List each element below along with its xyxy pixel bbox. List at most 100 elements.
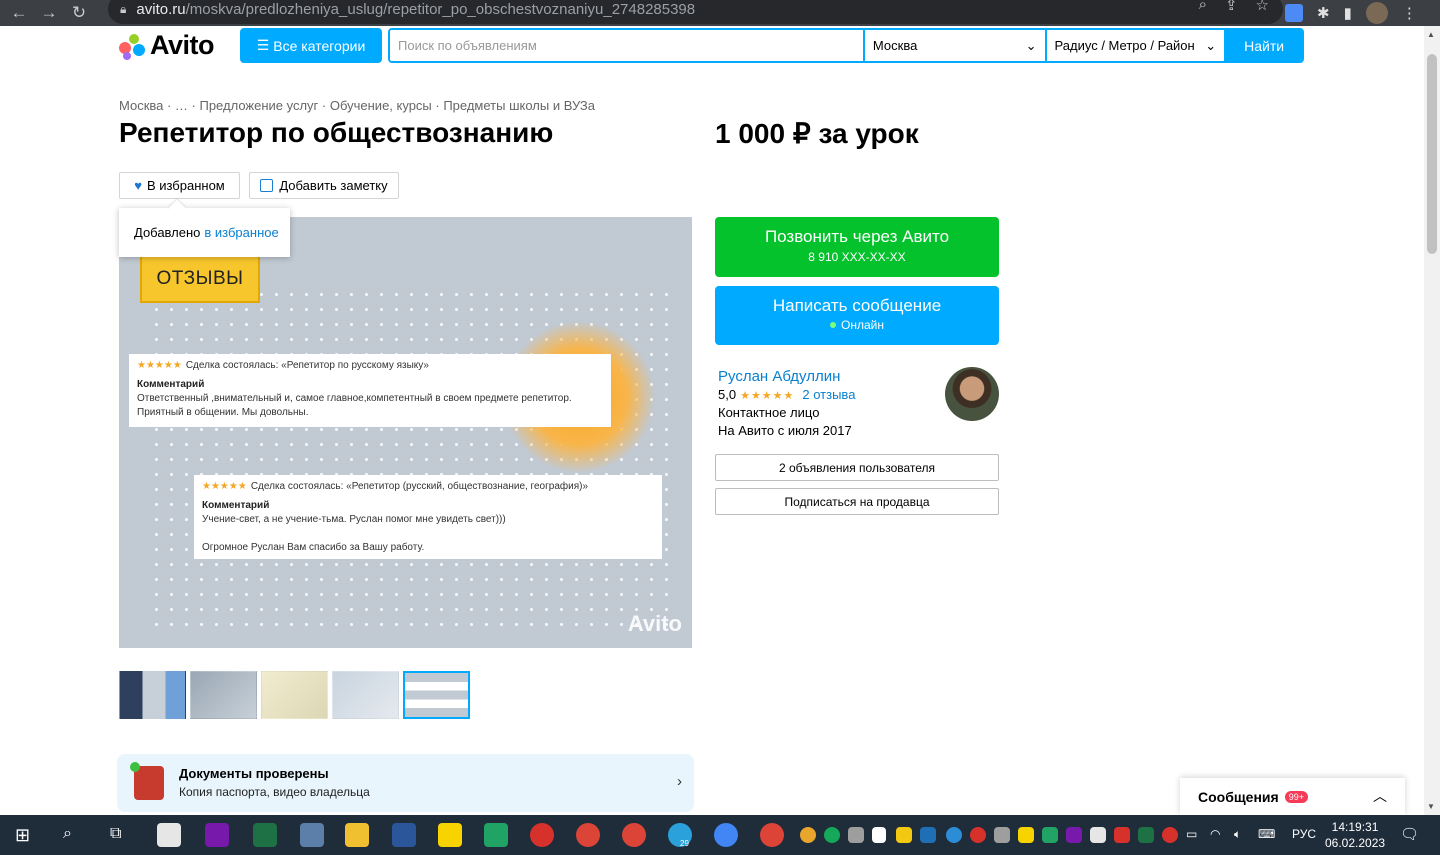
- review-deal: Сделка состоялась: «Репетитор (русский, …: [250, 481, 589, 492]
- seller-avatar[interactable]: [945, 367, 999, 421]
- side-panel-icon[interactable]: ▮: [1344, 4, 1352, 22]
- clock[interactable]: 14:19:31 06.02.2023: [1325, 819, 1385, 851]
- thumbnail[interactable]: [332, 671, 399, 719]
- sticky-notes-icon[interactable]: [438, 823, 462, 847]
- volume-icon[interactable]: 🔈︎: [1234, 827, 1241, 842]
- thumbnail[interactable]: [119, 671, 186, 719]
- sheets-app-icon[interactable]: [253, 823, 277, 847]
- share-icon[interactable]: ⇪: [1225, 0, 1238, 14]
- windows-start-icon[interactable]: ⊞: [15, 825, 30, 846]
- logo-text: Avito: [150, 30, 215, 60]
- search-icon[interactable]: ⌕: [63, 825, 72, 843]
- scroll-up-icon[interactable]: ▲: [1427, 30, 1435, 39]
- extensions-icon[interactable]: ✱: [1317, 4, 1330, 22]
- profile-avatar[interactable]: [1365, 2, 1388, 24]
- tooltip-favorites-link[interactable]: в избранное: [204, 225, 278, 240]
- url-text: avito.ru/moskva/predlozheniya_uslug/repe…: [136, 0, 696, 18]
- files-icon[interactable]: [157, 823, 181, 847]
- tray-app-icon[interactable]: [896, 827, 912, 843]
- browser-toolbar: ← → ↻ 🔒︎ avito.ru/moskva/predlozheniya_u…: [0, 0, 1440, 26]
- word-icon[interactable]: [392, 823, 416, 847]
- write-message-button[interactable]: Написать сообщение Онлайн: [715, 286, 999, 345]
- tray-app-icon[interactable]: [970, 827, 986, 843]
- call-label: Позвонить через Авито: [764, 227, 950, 246]
- reviews-link[interactable]: 2 отзыва: [802, 387, 855, 402]
- tray-app-icon[interactable]: [824, 827, 840, 843]
- forward-icon[interactable]: →: [34, 0, 64, 26]
- language-indicator[interactable]: РУС: [1292, 827, 1316, 841]
- search-button[interactable]: Найти: [1224, 30, 1302, 61]
- scrollbar-thumb[interactable]: [1427, 54, 1437, 254]
- chrome-icon[interactable]: [622, 823, 646, 847]
- favorite-tooltip: Добавлено в избранное: [119, 199, 290, 257]
- zoom-icon[interactable]: ⌕: [1199, 0, 1207, 14]
- tray-app-icon[interactable]: [946, 827, 962, 843]
- odnoklassniki-icon[interactable]: [530, 823, 554, 847]
- breadcrumb[interactable]: Москва · … · Предложение услуг · Обучени…: [119, 98, 595, 113]
- tray-app-icon[interactable]: [1042, 827, 1058, 843]
- city-value: Москва: [872, 38, 918, 53]
- tray-app-icon[interactable]: [994, 827, 1010, 843]
- tray-app-icon[interactable]: [848, 827, 864, 843]
- tray-app-icon[interactable]: [920, 827, 936, 843]
- city-select[interactable]: Москва ⌄: [862, 30, 1045, 61]
- seller-ads-button[interactable]: 2 объявления пользователя: [715, 454, 999, 481]
- tray-app-icon[interactable]: [800, 827, 816, 843]
- thumbnail[interactable]: [261, 671, 328, 719]
- notifications-icon[interactable]: 🗨︎: [1400, 825, 1419, 843]
- chevron-up-icon[interactable]: ︿: [1373, 786, 1387, 806]
- call-button[interactable]: Позвонить через Авито 8 910 XXX-XX-XX: [715, 217, 999, 277]
- reload-icon[interactable]: ↻: [64, 0, 94, 26]
- logo-dots-icon: [119, 32, 147, 60]
- subscribe-button[interactable]: Подписаться на продавца: [715, 488, 999, 515]
- menu-icon[interactable]: ⋮: [1402, 4, 1417, 22]
- wifi-icon[interactable]: ◠: [1210, 827, 1220, 841]
- keyboard-icon[interactable]: ⌨: [1258, 827, 1275, 841]
- tray-app-icon[interactable]: [1114, 827, 1130, 843]
- address-bar[interactable]: 🔒︎ avito.ru/moskva/predlozheniya_uslug/r…: [108, 0, 1283, 24]
- photo-review-card: ★★★★★ Сделка состоялась: «Репетитор по ру…: [129, 354, 611, 427]
- folder-icon[interactable]: [345, 823, 369, 847]
- thumbnail[interactable]: [190, 671, 257, 719]
- photo-reviews-badge: ОТЗЫВЫ: [140, 255, 260, 303]
- scroll-down-icon[interactable]: ▼: [1427, 802, 1435, 811]
- listing-main-photo[interactable]: ОТЗЫВЫ ★★★★★ Сделка состоялась: «Репетито…: [119, 217, 692, 648]
- excel-icon[interactable]: [484, 823, 508, 847]
- all-categories-button[interactable]: ☰ Все категории: [240, 28, 382, 63]
- rating-value: 5,0: [718, 387, 737, 402]
- page-scrollbar[interactable]: ▲ ▼: [1424, 26, 1440, 815]
- seller-name[interactable]: Руслан Абдуллин: [718, 368, 840, 385]
- tray-app-icon[interactable]: [1162, 827, 1178, 843]
- radius-select[interactable]: Радиус / Метро / Район ⌄: [1044, 30, 1225, 61]
- tray-app-icon[interactable]: [1018, 827, 1034, 843]
- messages-label: Сообщения: [1198, 788, 1279, 805]
- documents-verified-banner[interactable]: Документы проверены Копия паспорта, виде…: [117, 754, 694, 812]
- chrome-icon[interactable]: [576, 823, 600, 847]
- onenote-icon[interactable]: [205, 823, 229, 847]
- bookmark-star-icon[interactable]: ☆: [1256, 0, 1269, 14]
- search-input[interactable]: [390, 30, 863, 61]
- avito-logo[interactable]: Avito: [119, 30, 215, 61]
- app-icon[interactable]: [300, 823, 324, 847]
- tray-app-icon[interactable]: [872, 827, 886, 843]
- task-view-icon[interactable]: ⧉: [110, 825, 121, 843]
- photo-watermark: Avito: [627, 611, 682, 636]
- photo-review-card: ★★★★★ Сделка состоялась: «Репетитор (русс…: [194, 475, 662, 559]
- radius-value: Радиус / Метро / Район: [1054, 38, 1195, 53]
- tray-app-icon[interactable]: [1090, 827, 1106, 843]
- translate-extension-icon[interactable]: [1285, 4, 1303, 22]
- passport-check-icon: [130, 762, 164, 800]
- chrome-icon[interactable]: [760, 823, 784, 847]
- chrome-icon[interactable]: [714, 823, 738, 847]
- back-icon[interactable]: ←: [4, 0, 34, 26]
- favorite-button[interactable]: ♥ В избранном: [119, 172, 240, 199]
- seller-role: Контактное лицо: [718, 405, 820, 420]
- thumbnail-selected[interactable]: [403, 671, 470, 719]
- seller-rating: 5,0 ★★★★★ 2 отзыва: [718, 387, 855, 402]
- add-note-button[interactable]: Добавить заметку: [249, 172, 399, 199]
- tray-app-icon[interactable]: [1138, 827, 1154, 843]
- battery-icon[interactable]: ▭: [1186, 827, 1197, 841]
- messages-panel[interactable]: Сообщения 99+ ︿: [1180, 778, 1405, 815]
- tray-app-icon[interactable]: [1066, 827, 1082, 843]
- star-rating-icon: ★★★★★: [137, 360, 182, 371]
